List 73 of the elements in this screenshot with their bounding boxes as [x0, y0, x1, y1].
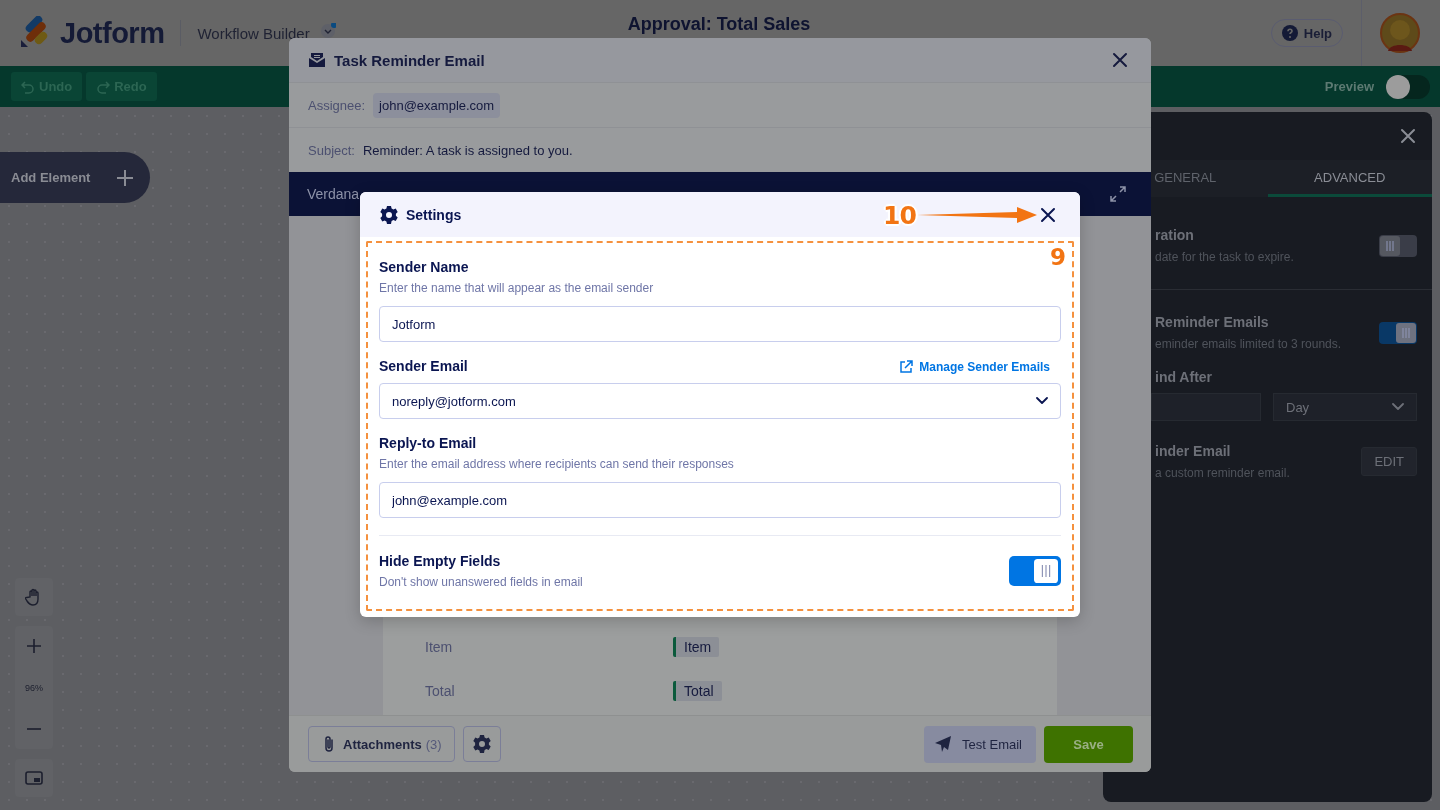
setting-title: Reminder Emails	[1155, 314, 1270, 330]
text-field[interactable]: Jotform	[379, 306, 1061, 342]
font-select[interactable]: Verdana	[307, 186, 360, 202]
chevron-icon	[1036, 397, 1048, 405]
field-label: Hide Empty Fields	[379, 553, 502, 569]
field-name: Total	[425, 683, 456, 699]
zoom-in-icon[interactable]	[26, 638, 42, 654]
subject-text: Reminder: A task is assigned to you.	[363, 142, 573, 158]
field-name: Item	[425, 639, 454, 655]
external-link-icon	[899, 360, 914, 374]
field-tag: Total	[673, 681, 722, 701]
settings-icon	[380, 205, 398, 224]
minimap-button[interactable]	[15, 759, 53, 797]
sender-email-select[interactable]: noreply@jotform.com	[379, 383, 1061, 419]
field-tag: Item	[673, 637, 720, 657]
preview-toggle[interactable]	[1386, 74, 1430, 99]
toggle-switch[interactable]	[1009, 556, 1061, 586]
save-button[interactable]: Save	[1044, 725, 1133, 763]
paper-plane-icon	[934, 735, 953, 753]
hand-tool-button[interactable]	[15, 578, 53, 616]
assignee-chip[interactable]: john@example.com	[373, 92, 501, 118]
setting-description: a custom reminder email.	[1155, 466, 1291, 480]
annotation-number: 10	[883, 201, 916, 230]
setting-title: ration	[1155, 227, 1195, 243]
annotation-number: 9	[1050, 244, 1066, 270]
page-title: Approval: Total Sales	[627, 13, 811, 35]
expand-icon[interactable]	[1109, 185, 1127, 203]
panel-tab[interactable]: ADVANCED	[1267, 160, 1432, 197]
chevron-icon[interactable]	[319, 23, 336, 39]
field-hint: Enter the name that will appear as the email sender	[379, 281, 654, 295]
edit-button[interactable]: EDIT	[1361, 447, 1417, 476]
add-element-button[interactable]: Add Element	[0, 152, 150, 203]
product-menu[interactable]: Workflow Builder	[197, 24, 310, 42]
field-label: Subject:	[308, 142, 355, 158]
field-label: Assignee:	[308, 97, 366, 113]
avatar-icon[interactable]	[1380, 13, 1420, 53]
close-icon[interactable]	[1040, 206, 1056, 223]
setting-description: eminder emails limited to 3 rounds.	[1155, 337, 1343, 351]
zoom-level: 96%	[25, 682, 43, 693]
help-icon	[1281, 25, 1298, 41]
number-field[interactable]	[1151, 393, 1261, 421]
manage-sender-emails-link[interactable]: Manage Sender Emails	[899, 360, 1050, 374]
setting-title: ind After	[1155, 369, 1214, 385]
modal-title: Task Reminder Email	[334, 51, 485, 69]
attachments-button[interactable]: Attachments (3)	[308, 726, 455, 762]
close-icon[interactable]	[1112, 52, 1128, 68]
test-email-button[interactable]: Test Email	[924, 725, 1036, 763]
toggle-switch[interactable]	[1379, 321, 1417, 344]
preview-label: Preview	[1324, 79, 1374, 94]
grip-icon	[1380, 235, 1400, 256]
unit-select[interactable]: Day	[1273, 393, 1417, 421]
field-hint: Enter the email address where recipients can send their responses	[379, 457, 734, 471]
minimap-icon	[25, 771, 43, 785]
logo-text[interactable]: Jotform	[60, 16, 165, 50]
plus-icon	[116, 168, 134, 187]
grip-icon	[1034, 559, 1058, 583]
undo-icon	[21, 79, 35, 94]
setting-title: inder Email	[1155, 443, 1232, 459]
toggle-switch[interactable]	[1379, 234, 1417, 257]
chevron-icon	[1392, 403, 1404, 411]
paperclip-icon	[323, 735, 335, 753]
panel-tab[interactable]: GENERAL	[1103, 160, 1268, 197]
grip-icon	[1396, 322, 1416, 343]
settings-icon	[472, 735, 491, 753]
field-label: Reply-to Email	[379, 435, 478, 451]
envelope-icon	[308, 52, 326, 68]
settings-button[interactable]	[462, 726, 501, 762]
modal-title: Settings	[406, 206, 462, 223]
text-field[interactable]: john@example.com	[379, 482, 1061, 518]
field-label: Sender Email	[379, 358, 468, 374]
field-label: Sender Name	[379, 259, 470, 275]
redo-icon	[96, 79, 111, 94]
field-hint: Don't show unanswered fields in email	[379, 575, 583, 589]
